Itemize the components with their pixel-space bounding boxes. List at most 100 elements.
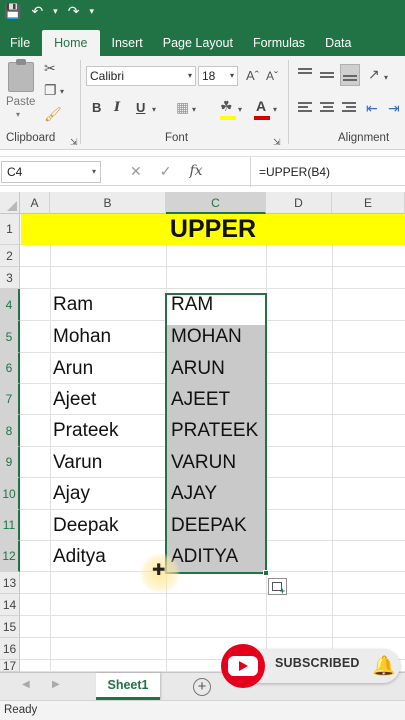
add-sheet-button[interactable]: + <box>193 678 211 696</box>
fill-color-icon[interactable]: ☘ <box>220 98 233 114</box>
undo-icon[interactable]: ↶ <box>31 0 43 22</box>
row-header[interactable]: 5 <box>0 321 20 353</box>
row-header[interactable]: 2 <box>0 245 20 267</box>
top-align-icon[interactable] <box>298 68 314 82</box>
row-header[interactable]: 7 <box>0 384 20 415</box>
select-all-button[interactable] <box>0 192 20 214</box>
undo-dropdown-icon[interactable]: ▾ <box>53 0 58 22</box>
font-color-icon[interactable]: A <box>256 98 266 114</box>
name-cell[interactable]: Deepak <box>53 510 119 541</box>
name-cell[interactable]: Ram <box>53 289 93 321</box>
row-header[interactable]: 12 <box>0 541 20 572</box>
name-box[interactable]: C4 ▾ <box>1 161 101 183</box>
row-header[interactable]: 9 <box>0 447 20 478</box>
row-header[interactable]: 17 <box>0 659 20 673</box>
orientation-icon[interactable]: ↗ <box>368 66 380 82</box>
tab-insert[interactable]: Insert <box>102 30 153 56</box>
bold-button[interactable]: B <box>92 100 101 115</box>
name-cell[interactable]: Aditya <box>53 541 106 572</box>
subscribe-label[interactable]: SUBSCRIBED <box>275 656 360 670</box>
row-header[interactable]: 4 <box>0 289 20 321</box>
name-cell[interactable]: Ajay <box>53 478 90 510</box>
customize-toolbar-icon[interactable]: ▾ <box>89 0 94 22</box>
tab-file[interactable]: File <box>0 30 40 56</box>
tab-data[interactable]: Data <box>315 30 361 56</box>
formula-input[interactable]: =UPPER(B4) <box>250 157 405 187</box>
tab-home[interactable]: Home <box>42 30 100 56</box>
center-icon[interactable] <box>320 102 336 116</box>
formula-bar-controls: ✕ ✓ fx <box>130 163 203 180</box>
bottom-align-icon[interactable] <box>340 64 360 86</box>
increase-font-size-icon[interactable]: Aˆ <box>246 68 259 84</box>
title-cell[interactable]: UPPER <box>21 214 405 245</box>
align-right-icon[interactable] <box>342 102 358 116</box>
font-color-dropdown-icon[interactable]: ▾ <box>273 102 277 118</box>
borders-icon[interactable]: ▦ <box>176 99 189 115</box>
row-header[interactable]: 15 <box>0 616 20 638</box>
fill-handle[interactable] <box>263 570 269 576</box>
borders-dropdown-icon[interactable]: ▾ <box>192 102 196 118</box>
decrease-indent-icon[interactable]: ⇤ <box>366 100 378 116</box>
name-cell[interactable]: Varun <box>53 447 102 478</box>
row-gridline <box>20 615 405 616</box>
row-header[interactable]: 13 <box>0 572 20 594</box>
dialog-launcher-icon[interactable]: ⇲ <box>70 134 78 150</box>
name-cell[interactable]: Ajeet <box>53 384 96 415</box>
chevron-down-icon[interactable]: ▾ <box>16 110 20 119</box>
status-bar: Ready <box>0 700 405 720</box>
align-left-icon[interactable] <box>298 102 314 116</box>
previous-sheet-icon[interactable]: ◀ <box>22 679 30 690</box>
row-header[interactable]: 16 <box>0 638 20 660</box>
underline-dropdown-icon[interactable]: ▾ <box>152 102 156 118</box>
font-color-swatch <box>254 116 270 120</box>
cut-icon[interactable]: ✂ <box>44 60 56 76</box>
increase-indent-icon[interactable]: ⇥ <box>388 100 400 116</box>
sheet-tab-sheet1[interactable]: Sheet1 <box>96 673 160 700</box>
column-header-d[interactable]: D <box>266 192 332 214</box>
row-header[interactable]: 8 <box>0 415 20 447</box>
row-header[interactable]: 1 <box>0 214 20 245</box>
save-icon[interactable]: 💾 <box>4 0 21 22</box>
underline-button[interactable]: U <box>136 100 145 115</box>
tab-formulas[interactable]: Formulas <box>243 30 315 56</box>
italic-button[interactable]: I <box>114 100 120 115</box>
name-cell[interactable]: Mohan <box>53 321 111 353</box>
decrease-font-size-icon[interactable]: Aˇ <box>266 68 278 84</box>
enter-icon[interactable]: ✓ <box>160 163 172 180</box>
column-header-b[interactable]: B <box>50 192 166 214</box>
middle-align-icon[interactable] <box>320 68 336 82</box>
name-cell[interactable]: Arun <box>53 353 93 384</box>
format-painter-icon[interactable]: 🖌 <box>44 106 62 122</box>
alignment-group-label: Alignment <box>338 132 390 144</box>
column-header-c[interactable]: C <box>166 192 266 214</box>
column-header-a[interactable]: A <box>20 192 50 214</box>
clipboard-group-label: Clipboard <box>6 132 56 144</box>
dialog-launcher-icon[interactable]: ⇲ <box>273 134 281 150</box>
fill-color-dropdown-icon[interactable]: ▾ <box>238 102 242 118</box>
row-header[interactable]: 3 <box>0 267 20 289</box>
quick-analysis-icon[interactable] <box>268 578 287 596</box>
paste-button[interactable]: Paste <box>6 96 35 108</box>
copy-icon[interactable]: ❐ <box>44 82 57 98</box>
font-name-select[interactable]: Calibri ▾ <box>86 66 196 86</box>
next-sheet-icon[interactable]: ▶ <box>52 679 60 690</box>
font-size-select[interactable]: 18 ▾ <box>198 66 238 86</box>
font-size-value: 18 <box>202 69 216 83</box>
row-header[interactable]: 11 <box>0 510 20 541</box>
status-text: Ready <box>4 704 38 716</box>
column-header-e[interactable]: E <box>332 192 405 214</box>
row-header[interactable]: 6 <box>0 353 20 384</box>
redo-icon[interactable]: ↷ <box>68 0 80 22</box>
ribbon-tab-strip: File Home Insert Page Layout Formulas Da… <box>0 22 405 56</box>
bell-icon[interactable]: 🔔 <box>372 654 396 678</box>
row-header[interactable]: 14 <box>0 594 20 616</box>
name-cell[interactable]: Prateek <box>53 415 118 447</box>
paste-icon[interactable] <box>8 59 34 92</box>
tab-page-layout[interactable]: Page Layout <box>153 30 243 56</box>
orientation-dropdown-icon[interactable]: ▾ <box>384 70 388 86</box>
cancel-icon[interactable]: ✕ <box>130 163 142 180</box>
copy-dropdown-icon[interactable]: ▾ <box>60 84 64 100</box>
ribbon: Paste ▾ ✂ ❐ ▾ 🖌 Clipboard ⇲ Calibri ▾ 18… <box>0 56 405 150</box>
row-header[interactable]: 10 <box>0 478 20 510</box>
insert-function-icon[interactable]: fx <box>189 163 202 180</box>
